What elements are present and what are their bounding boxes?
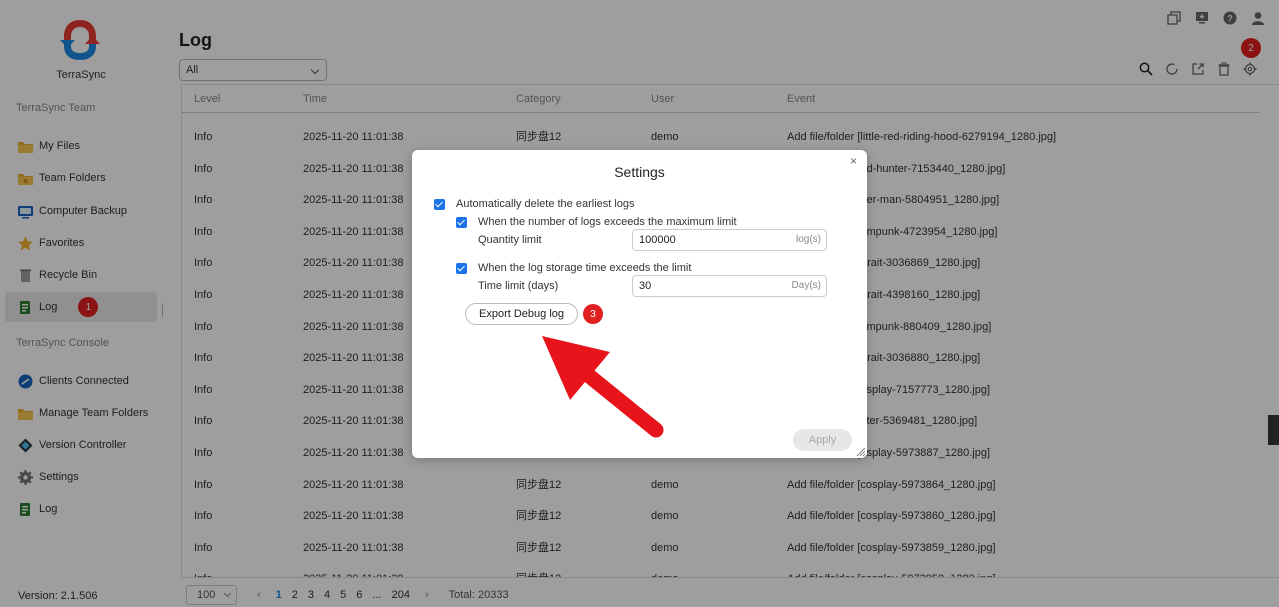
quantity-limit-unit: log(s) xyxy=(795,234,821,245)
auto-delete-checkbox[interactable] xyxy=(434,198,445,210)
count-rule-option[interactable]: When the number of logs exceeds the maxi… xyxy=(456,216,737,228)
resize-grip-icon[interactable] xyxy=(855,446,865,456)
close-icon[interactable]: × xyxy=(850,154,857,168)
step-badge-3: 3 xyxy=(583,304,603,324)
export-debug-log-button[interactable]: Export Debug log xyxy=(465,303,578,325)
dialog-title: Settings xyxy=(614,164,665,180)
auto-delete-label: Automatically delete the earliest logs xyxy=(456,198,635,210)
apply-button[interactable]: Apply xyxy=(793,429,852,451)
time-rule-option[interactable]: When the log storage time exceeds the li… xyxy=(456,262,691,274)
time-limit-unit: Day(s) xyxy=(791,280,821,291)
side-feedback-tab[interactable] xyxy=(1268,415,1279,445)
annotation-arrow-icon xyxy=(542,336,664,438)
quantity-limit-label: Quantity limit xyxy=(478,234,542,246)
time-limit-input[interactable]: 30 Day(s) xyxy=(632,275,827,297)
count-rule-checkbox[interactable] xyxy=(456,216,467,228)
count-rule-label: When the number of logs exceeds the maxi… xyxy=(478,216,737,228)
time-rule-label: When the log storage time exceeds the li… xyxy=(478,262,692,274)
quantity-limit-value: 100000 xyxy=(639,234,676,246)
time-rule-checkbox[interactable] xyxy=(456,262,467,274)
time-limit-value: 30 xyxy=(639,280,652,292)
time-limit-label: Time limit (days) xyxy=(478,280,559,292)
quantity-limit-input[interactable]: 100000 log(s) xyxy=(632,229,827,251)
auto-delete-option[interactable]: Automatically delete the earliest logs xyxy=(434,198,635,210)
